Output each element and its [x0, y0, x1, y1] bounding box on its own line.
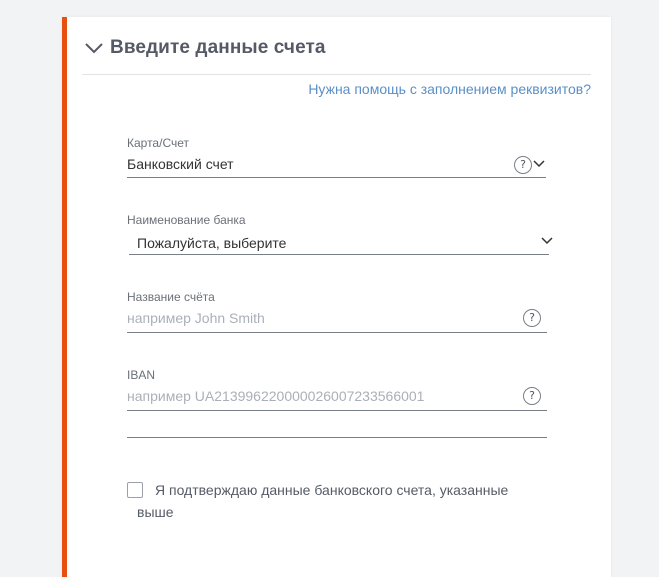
card-account-field: Карта/Счет Банковский счет ?	[127, 136, 546, 178]
chevron-down-icon[interactable]	[84, 41, 104, 55]
account-name-input[interactable]	[127, 307, 507, 329]
iban-field: IBAN ?	[127, 368, 547, 438]
help-question-icon[interactable]: ?	[514, 156, 532, 174]
bank-name-select[interactable]: Пожалуйста, выберите	[129, 227, 553, 255]
account-name-row: ?	[127, 304, 547, 333]
help-question-icon[interactable]: ?	[523, 309, 541, 327]
chevron-down-icon[interactable]	[541, 237, 553, 245]
iban-row: ?	[127, 382, 547, 411]
bank-name-value: Пожалуйста, выберите	[137, 235, 287, 251]
iban-label: IBAN	[127, 368, 156, 382]
section-header[interactable]: Введите данные счета	[84, 34, 326, 62]
iban-input[interactable]	[127, 385, 507, 407]
help-link[interactable]: Нужна помощь с заполнением реквизитов?	[308, 81, 591, 97]
card-account-select[interactable]: Банковский счет ?	[127, 150, 546, 178]
confirm-label[interactable]: Я подтверждаю данные банковского счета, …	[137, 479, 537, 523]
bank-name-field: Наименование банка Пожалуйста, выберите	[127, 213, 553, 255]
accent-bar	[62, 17, 67, 577]
card-account-value: Банковский счет	[127, 156, 234, 172]
chevron-down-icon[interactable]	[533, 160, 545, 168]
section-title: Введите данные счета	[110, 37, 326, 58]
card-account-label: Карта/Счет	[127, 136, 189, 150]
help-question-icon[interactable]: ?	[523, 387, 541, 405]
account-name-field: Название счёта ?	[127, 290, 547, 333]
bank-name-label: Наименование банка	[127, 213, 246, 227]
header-divider	[82, 74, 591, 75]
account-name-label: Название счёта	[127, 290, 215, 304]
field-underline	[127, 437, 547, 438]
